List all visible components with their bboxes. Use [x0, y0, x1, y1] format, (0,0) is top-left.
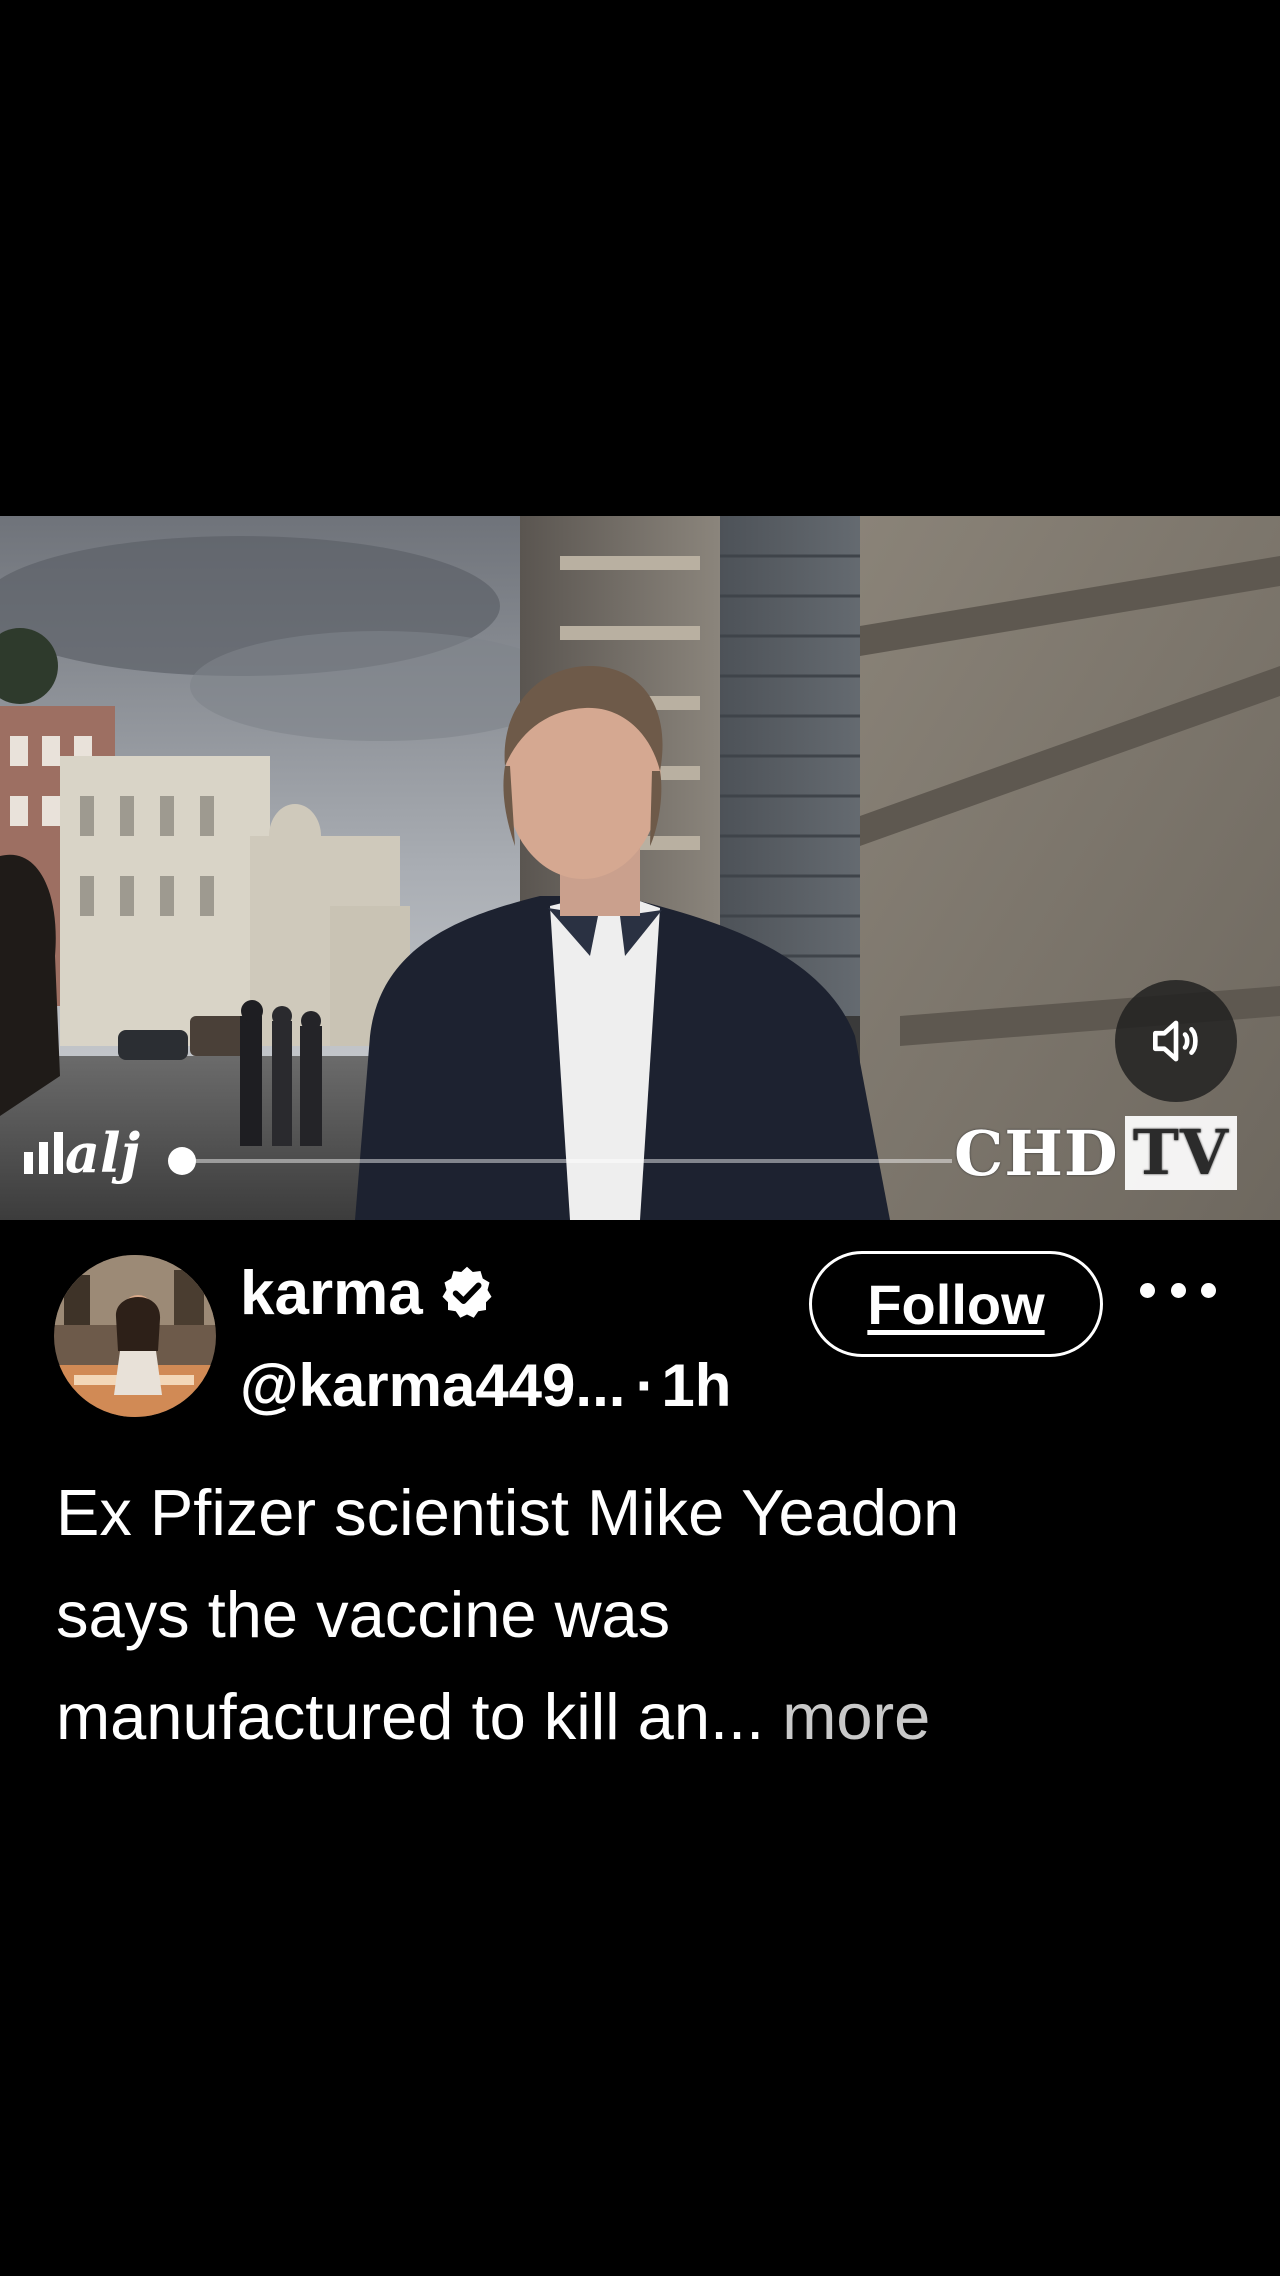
caption-line-3-text: manufactured to kill an...	[56, 1680, 765, 1753]
speaker-volume-icon	[1153, 1020, 1198, 1062]
display-name[interactable]: karma	[240, 1255, 497, 1331]
mute-button[interactable]	[1115, 980, 1237, 1102]
watermark-text: CHD	[954, 1116, 1119, 1190]
caption-more-link[interactable]: more	[782, 1680, 930, 1753]
corner-logo: alj	[20, 1108, 140, 1198]
corner-logo-text: alj	[65, 1121, 141, 1185]
video-player[interactable]: alj CHD TV	[0, 516, 1280, 1220]
separator-dot: ·	[635, 1351, 656, 1419]
caption-line-3: manufactured to kill an... more	[56, 1666, 1246, 1768]
verified-badge-icon	[442, 1266, 492, 1318]
channel-watermark: CHD TV	[954, 1112, 1237, 1194]
avatar-image	[54, 1255, 216, 1417]
caption-line-2: says the vaccine was	[56, 1578, 671, 1651]
progress-track[interactable]	[182, 1159, 952, 1163]
signal-bars-icon	[24, 1132, 63, 1174]
avatar[interactable]	[54, 1255, 216, 1417]
more-options-icon[interactable]	[1140, 1268, 1216, 1312]
progress-scrubber[interactable]	[168, 1147, 196, 1175]
follow-button[interactable]: Follow	[809, 1251, 1103, 1357]
post-caption[interactable]: Ex Pfizer scientist Mike Yeadon says the…	[56, 1462, 1246, 1768]
handle-row: @karma449... · 1h	[240, 1345, 731, 1425]
caption-line-1: Ex Pfizer scientist Mike Yeadon	[56, 1476, 960, 1549]
handle-text[interactable]: @karma449...	[240, 1351, 625, 1420]
watermark-box-text: TV	[1124, 1116, 1237, 1190]
timestamp: 1h	[661, 1351, 732, 1419]
display-name-text: karma	[240, 1258, 423, 1328]
